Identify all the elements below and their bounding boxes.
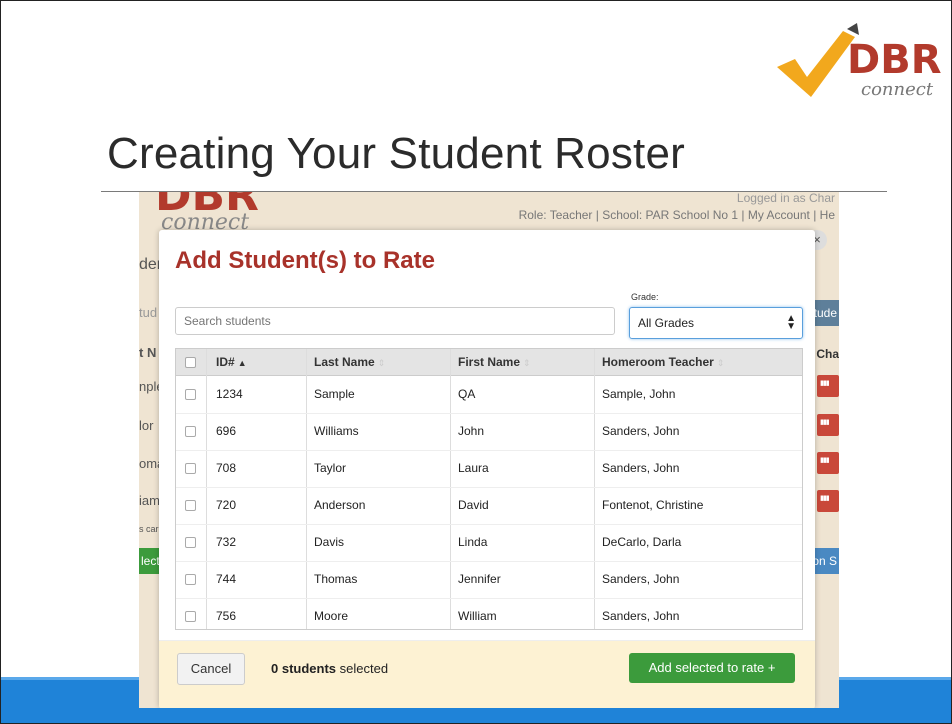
- cell-last-name: Taylor: [314, 461, 347, 475]
- bg-row-fragment: iam: [139, 493, 160, 508]
- add-selected-button[interactable]: Add selected to rate +: [629, 653, 795, 683]
- cell-id: 732: [216, 535, 237, 549]
- cell-teacher: Fontenot, Christine: [602, 498, 704, 512]
- column-header-id[interactable]: ID# ▲: [216, 355, 247, 369]
- cell-first-name: John: [458, 424, 485, 438]
- cell-last-name: Davis: [314, 535, 345, 549]
- row-checkbox[interactable]: [185, 389, 196, 400]
- cell-id: 708: [216, 461, 237, 475]
- modal-footer: Cancel 0 students selected Add selected …: [159, 640, 815, 708]
- chart-icon: [817, 490, 839, 512]
- updown-caret-icon: ▲ ▼: [786, 313, 796, 332]
- cell-last-name: Moore: [314, 609, 349, 623]
- cell-teacher: Sanders, John: [602, 424, 680, 438]
- cell-teacher: Sanders, John: [602, 609, 680, 623]
- row-checkbox[interactable]: [185, 463, 196, 474]
- cancel-button[interactable]: Cancel: [177, 653, 245, 685]
- selected-count-number: 0 students: [271, 661, 337, 676]
- cell-last-name: Anderson: [314, 498, 366, 512]
- bg-right-column-fragment: Cha: [816, 347, 839, 361]
- dbr-connect-logo: DBR connect: [777, 23, 942, 100]
- search-students-input[interactable]: [175, 307, 615, 335]
- sort-asc-icon: ▲: [237, 358, 247, 368]
- modal-title: Add Student(s) to Rate: [175, 247, 435, 274]
- cell-last-name: Williams: [314, 424, 359, 438]
- cell-id: 720: [216, 498, 237, 512]
- cell-first-name: Laura: [458, 461, 489, 475]
- add-students-modal: Add Student(s) to Rate Grade: All Grades…: [159, 230, 815, 708]
- cell-first-name: David: [458, 498, 489, 512]
- cell-first-name: Jennifer: [458, 572, 501, 586]
- table-row[interactable]: 744 Thomas Jennifer Sanders, John: [176, 561, 802, 599]
- column-header-first-name[interactable]: First Name ⇕: [458, 355, 531, 369]
- row-checkbox[interactable]: [185, 500, 196, 511]
- bg-note-fragment: s car: [139, 524, 159, 534]
- sort-icon: ⇕: [377, 358, 386, 368]
- cell-id: 1234: [216, 387, 243, 401]
- bg-row-fragment: lor: [139, 418, 154, 433]
- column-header-homeroom-teacher[interactable]: Homeroom Teacher ⇕: [602, 355, 724, 369]
- logo-tagline-text: connect: [861, 79, 934, 100]
- select-all-checkbox[interactable]: [185, 357, 196, 368]
- chart-icon: [817, 452, 839, 474]
- chart-icon: [817, 414, 839, 436]
- table-header: ID# ▲ Last Name ⇕ First Name ⇕ Homeroom Tea…: [176, 349, 802, 376]
- role-school-nav[interactable]: Role: Teacher | School: PAR School No 1 …: [519, 208, 835, 222]
- students-table: ID# ▲ Last Name ⇕ First Name ⇕ Homeroom Tea…: [175, 348, 803, 630]
- grade-label: Grade:: [631, 292, 659, 302]
- bg-search-fragment: tud: [139, 305, 158, 320]
- cell-last-name: Thomas: [314, 572, 358, 586]
- cell-teacher: DeCarlo, Darla: [602, 535, 682, 549]
- app-screenshot: DBR connect Logged in as Char Role: Teac…: [139, 192, 839, 708]
- slide-title: Creating Your Student Roster: [107, 129, 685, 178]
- sort-icon: ⇕: [716, 358, 725, 368]
- table-row[interactable]: 1234 Sample QA Sample, John: [176, 376, 802, 414]
- grade-select[interactable]: All Grades ▲ ▼: [629, 307, 803, 339]
- cell-teacher: Sanders, John: [602, 461, 680, 475]
- logo-brand-text: DBR: [847, 37, 942, 83]
- row-checkbox[interactable]: [185, 426, 196, 437]
- bg-right-button-fragment: tude: [811, 300, 839, 326]
- bg-column-fragment: t N: [139, 345, 157, 360]
- cell-id: 756: [216, 609, 237, 623]
- selected-count: 0 students selected: [271, 661, 388, 676]
- column-header-last-name[interactable]: Last Name ⇕: [314, 355, 385, 369]
- table-row[interactable]: 720 Anderson David Fontenot, Christine: [176, 487, 802, 525]
- table-row[interactable]: 732 Davis Linda DeCarlo, Darla: [176, 524, 802, 562]
- logged-in-text: Logged in as Char: [736, 192, 835, 205]
- slide: DBR connect Creating Your Student Roster…: [0, 0, 952, 724]
- sort-icon: ⇕: [523, 358, 531, 368]
- cell-teacher: Sample, John: [602, 387, 676, 401]
- cell-id: 744: [216, 572, 237, 586]
- row-checkbox[interactable]: [185, 574, 196, 585]
- selected-count-label: selected: [336, 661, 389, 676]
- row-checkbox[interactable]: [185, 537, 196, 548]
- row-checkbox[interactable]: [185, 611, 196, 622]
- cell-id: 696: [216, 424, 237, 438]
- grade-select-value: All Grades: [638, 316, 695, 330]
- table-row[interactable]: 696 Williams John Sanders, John: [176, 413, 802, 451]
- cell-first-name: Linda: [458, 535, 488, 549]
- table-row[interactable]: 708 Taylor Laura Sanders, John: [176, 450, 802, 488]
- cell-teacher: Sanders, John: [602, 572, 680, 586]
- cell-first-name: William: [458, 609, 497, 623]
- cell-first-name: QA: [458, 387, 476, 401]
- chart-icon: [817, 375, 839, 397]
- table-row[interactable]: 756 Moore William Sanders, John: [176, 598, 802, 629]
- cell-last-name: Sample: [314, 387, 355, 401]
